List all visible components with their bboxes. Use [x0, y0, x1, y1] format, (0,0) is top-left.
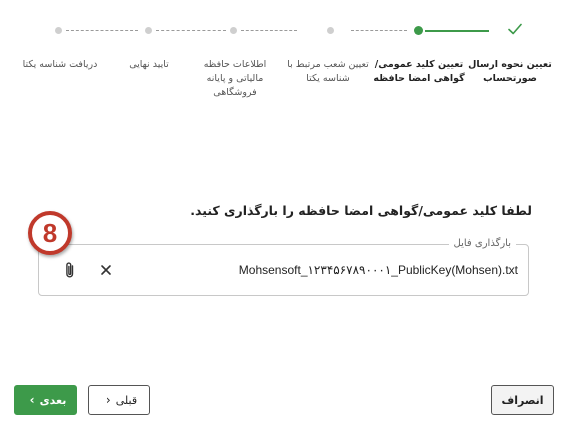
- paperclip-icon[interactable]: [60, 260, 80, 280]
- file-field-label: بارگذاری فایل: [448, 237, 516, 251]
- step-number-badge: 8: [28, 211, 72, 255]
- step-marker: [145, 27, 152, 34]
- chevron-right-icon: ›: [29, 393, 35, 407]
- step-connector: [66, 30, 138, 31]
- step-connector: [156, 30, 226, 31]
- next-button-label: بعدی: [39, 393, 67, 407]
- step-marker: [230, 27, 237, 34]
- next-button[interactable]: بعدی ›: [14, 385, 77, 415]
- upload-instruction: لطفا کلید عمومی/گواهی امضا حافظه را بارگ…: [190, 203, 532, 218]
- cancel-button[interactable]: انصراف: [491, 385, 554, 415]
- step-label-public-key: تعیین کلید عمومی/ گواهی امضا حافظه: [373, 59, 465, 84]
- stepper: تعیین نحوه ارسال صورتحساب تعیین کلید عمو…: [0, 0, 569, 110]
- step-connector-completed: [425, 30, 489, 32]
- step-label-final-approval: تایید نهایی: [129, 59, 169, 70]
- step-label-memory-info: اطلاعات حافظه مالیاتی و پایانه فروشگاهی: [203, 59, 267, 98]
- step-marker-active: [414, 26, 423, 35]
- check-icon: [508, 23, 522, 35]
- step-connector: [351, 30, 407, 31]
- step-label-sending-method: تعیین نحوه ارسال صورتحساب: [468, 59, 552, 84]
- close-icon[interactable]: [96, 260, 116, 280]
- previous-button[interactable]: قبلی ‹: [88, 385, 150, 415]
- step-label-receive-id: دریافت شناسه یکتا: [22, 59, 98, 70]
- chevron-left-icon: ‹: [105, 393, 111, 407]
- step-marker: [327, 27, 334, 34]
- step-marker: [55, 27, 62, 34]
- step-label-branches: تعیین شعب مرتبط با شناسه یکتا: [287, 59, 369, 84]
- file-name-value: Mohsensoft_۱۲۳۴۵۶۷۸۹۰۰۰۱_PublicKey(Mohse…: [238, 263, 518, 277]
- step-connector: [241, 30, 297, 31]
- file-upload-field[interactable]: بارگذاری فایل Mohsensoft_۱۲۳۴۵۶۷۸۹۰۰۰۱_P…: [38, 237, 529, 296]
- previous-button-label: قبلی: [115, 393, 138, 407]
